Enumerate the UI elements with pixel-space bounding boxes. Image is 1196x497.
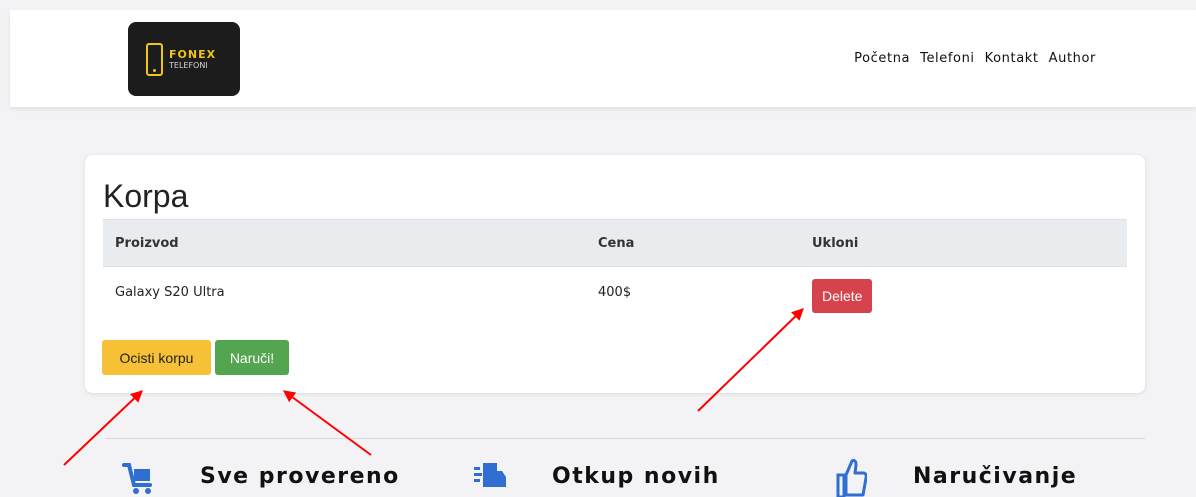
- table-header-row: Proizvod Cena Ukloni: [103, 219, 1127, 267]
- main-nav: Početna Telefoni Kontakt Author: [854, 51, 1096, 66]
- annotation-arrow-order: [283, 390, 372, 456]
- logo-brand: FONEX: [169, 47, 217, 61]
- column-header-remove: Ukloni: [800, 219, 1127, 267]
- section-divider: [105, 438, 1145, 439]
- cart-icon: [122, 463, 152, 494]
- cart-actions: Ocisti korpu Naruči!: [102, 340, 289, 375]
- logo[interactable]: FONEX TELEFONI: [128, 22, 240, 96]
- thumbs-up-icon: [836, 459, 867, 497]
- annotation-arrow-clear: [63, 390, 143, 466]
- page-title: Korpa: [103, 178, 189, 214]
- feature-title: Otkup novih: [552, 464, 720, 489]
- feature-item: Naručivanje: [835, 455, 1077, 497]
- order-button[interactable]: Naruči!: [215, 340, 289, 375]
- feature-item: Otkup novih: [474, 455, 720, 497]
- table-row: Galaxy S20 Ultra 400$ Delete: [103, 267, 1127, 318]
- cart-table: Proizvod Cena Ukloni Galaxy S20 Ultra 40…: [103, 219, 1127, 318]
- nav-link-kontakt[interactable]: Kontakt: [985, 51, 1039, 66]
- delete-button[interactable]: Delete: [812, 279, 873, 313]
- phone-icon: [146, 42, 163, 76]
- feature-title: Naručivanje: [913, 464, 1078, 489]
- nav-link-telefoni[interactable]: Telefoni: [920, 51, 975, 66]
- column-header-price: Cena: [586, 219, 800, 267]
- feature-item: Sve provereno: [122, 455, 400, 497]
- product-price: 400$: [598, 285, 632, 300]
- site-header: FONEX TELEFONI Početna Telefoni Kontakt …: [10, 10, 1196, 107]
- logo-subtitle: TELEFONI: [169, 60, 208, 70]
- product-name: Galaxy S20 Ultra: [115, 285, 225, 300]
- truck-icon: [474, 463, 506, 487]
- nav-link-author[interactable]: Author: [1049, 51, 1096, 66]
- cart-card: Korpa Proizvod Cena Ukloni Galaxy S20 Ul…: [85, 155, 1145, 393]
- nav-link-pocetna[interactable]: Početna: [854, 51, 910, 66]
- column-header-product: Proizvod: [103, 219, 586, 267]
- feature-title: Sve provereno: [200, 464, 400, 489]
- clear-cart-button[interactable]: Ocisti korpu: [102, 340, 211, 375]
